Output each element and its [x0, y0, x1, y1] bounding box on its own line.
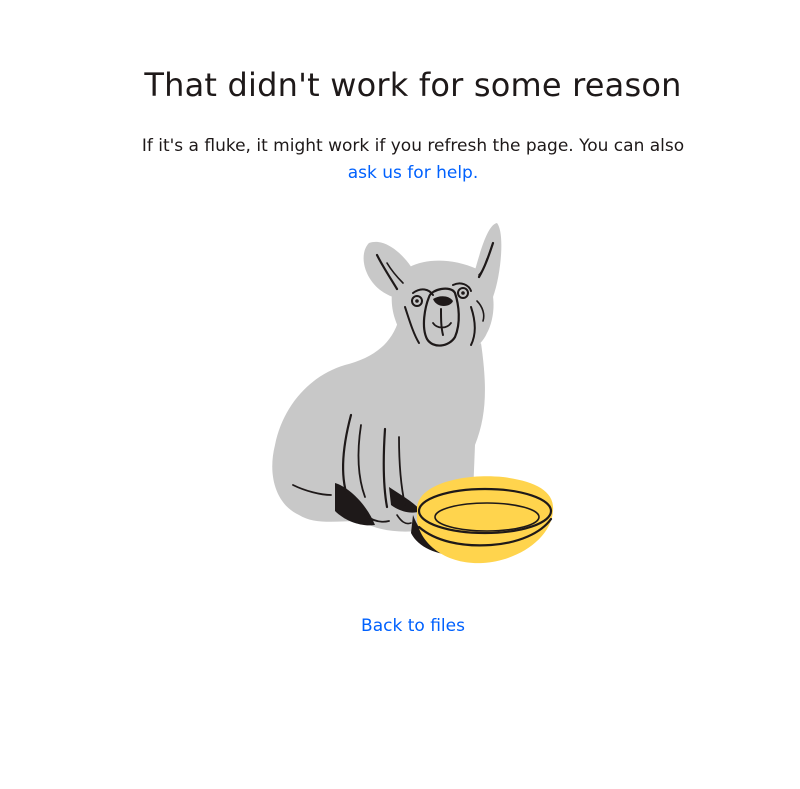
error-page: That didn't work for some reason If it's… [0, 0, 800, 789]
error-message: If it's a fluke, it might work if you re… [0, 133, 800, 187]
error-message-text: If it's a fluke, it might work if you re… [141, 136, 685, 156]
empty-bowl [417, 476, 554, 564]
help-link[interactable]: ask us for help. [348, 163, 479, 183]
error-title: That didn't work for some reason [144, 66, 682, 104]
back-to-files-link[interactable]: Back to files [0, 616, 800, 636]
sad-dog-illustration [272, 223, 554, 564]
